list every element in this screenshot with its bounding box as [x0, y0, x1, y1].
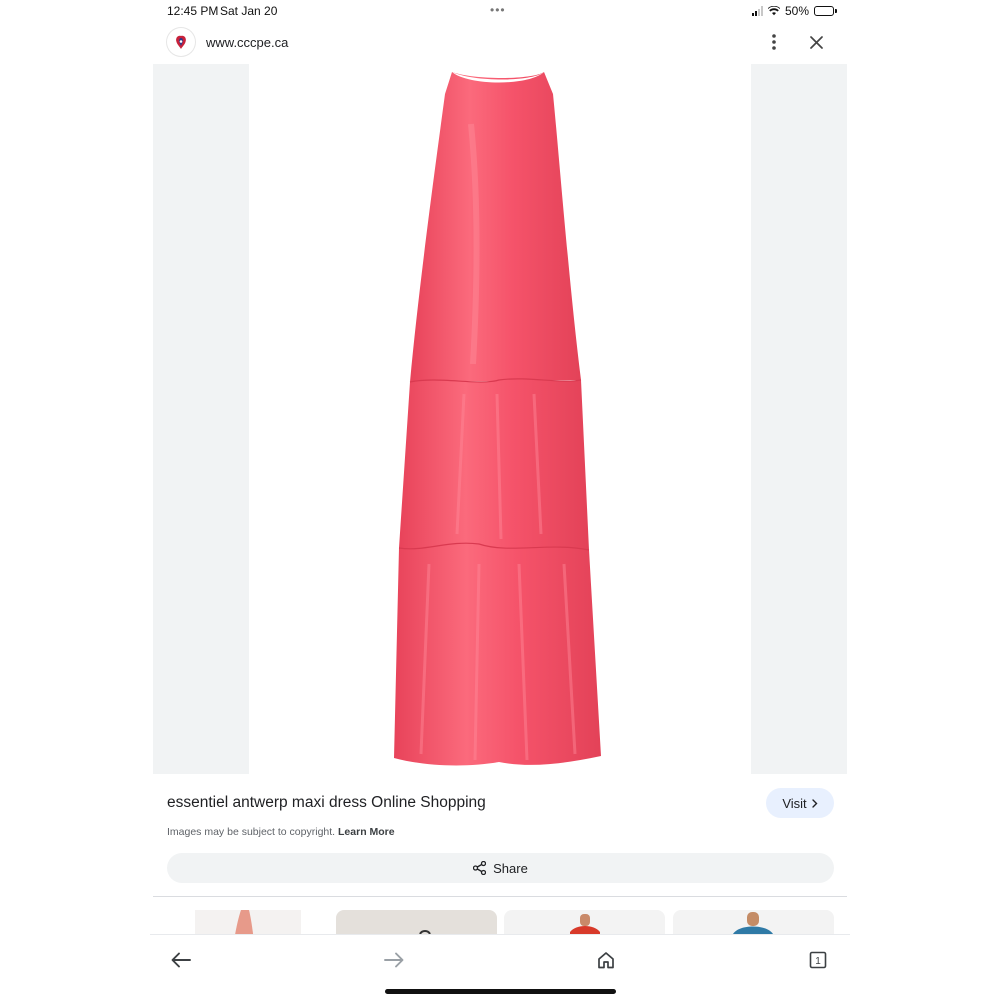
status-indicators: 50%	[752, 3, 838, 19]
close-icon	[809, 35, 823, 49]
status-time: 12:45 PM	[167, 4, 219, 18]
battery-icon	[814, 6, 838, 16]
share-icon	[473, 861, 487, 875]
related-thumbnail-3	[504, 910, 665, 934]
home-icon	[598, 952, 614, 969]
back-button[interactable]	[167, 948, 195, 972]
more-options-button[interactable]	[762, 30, 786, 54]
tabs-button[interactable]: 1	[804, 948, 832, 972]
share-label: Share	[493, 860, 528, 876]
related-thumbnail[interactable]	[167, 910, 328, 934]
image-preview	[153, 64, 847, 774]
related-thumbnail-1	[195, 910, 301, 934]
learn-more-link[interactable]: Learn More	[338, 826, 395, 838]
home-button[interactable]	[592, 948, 620, 972]
cccpe-logo-icon	[176, 35, 186, 49]
tab-count: 1	[815, 956, 821, 967]
product-image	[394, 72, 601, 766]
image-viewer-header: www.cccpe.ca	[150, 22, 850, 62]
arrow-back-icon	[171, 952, 191, 968]
multitasking-dots[interactable]: •••	[490, 3, 506, 17]
more-vert-icon	[772, 34, 776, 50]
close-button[interactable]	[804, 30, 828, 54]
home-indicator[interactable]	[385, 989, 616, 994]
cellular-signal-icon	[752, 6, 763, 16]
visit-label: Visit	[782, 795, 807, 811]
related-thumbnail[interactable]	[673, 910, 834, 934]
coral-maxi-dress	[394, 72, 601, 766]
battery-percent: 50%	[785, 4, 810, 18]
copyright-text: Images may be subject to copyright.	[167, 826, 336, 838]
result-title[interactable]: essentiel antwerp maxi dress Online Shop…	[167, 794, 486, 812]
status-date: Sat Jan 20	[220, 4, 278, 18]
related-thumbnail-4	[673, 910, 834, 934]
forward-button[interactable]	[380, 948, 408, 972]
wifi-icon	[768, 6, 780, 16]
product-image-frame[interactable]	[249, 64, 751, 774]
divider	[153, 896, 847, 897]
tabs-icon: 1	[809, 951, 827, 969]
status-bar: 12:45 PM Sat Jan 20 ••• 50%	[0, 0, 1000, 22]
site-favicon[interactable]	[167, 28, 195, 56]
related-thumbnail[interactable]	[336, 910, 497, 934]
related-thumbnail[interactable]	[504, 910, 665, 934]
related-images	[167, 910, 834, 934]
browser-bottom-nav: 1	[150, 934, 850, 984]
site-url[interactable]: www.cccpe.ca	[206, 35, 288, 50]
copyright-notice: Images may be subject to copyright. Lear…	[167, 826, 395, 838]
share-button[interactable]: Share	[167, 853, 834, 883]
arrow-forward-icon	[384, 952, 404, 968]
related-thumbnail-2	[336, 910, 497, 934]
chevron-right-icon	[811, 798, 818, 808]
visit-button[interactable]: Visit	[766, 788, 834, 818]
